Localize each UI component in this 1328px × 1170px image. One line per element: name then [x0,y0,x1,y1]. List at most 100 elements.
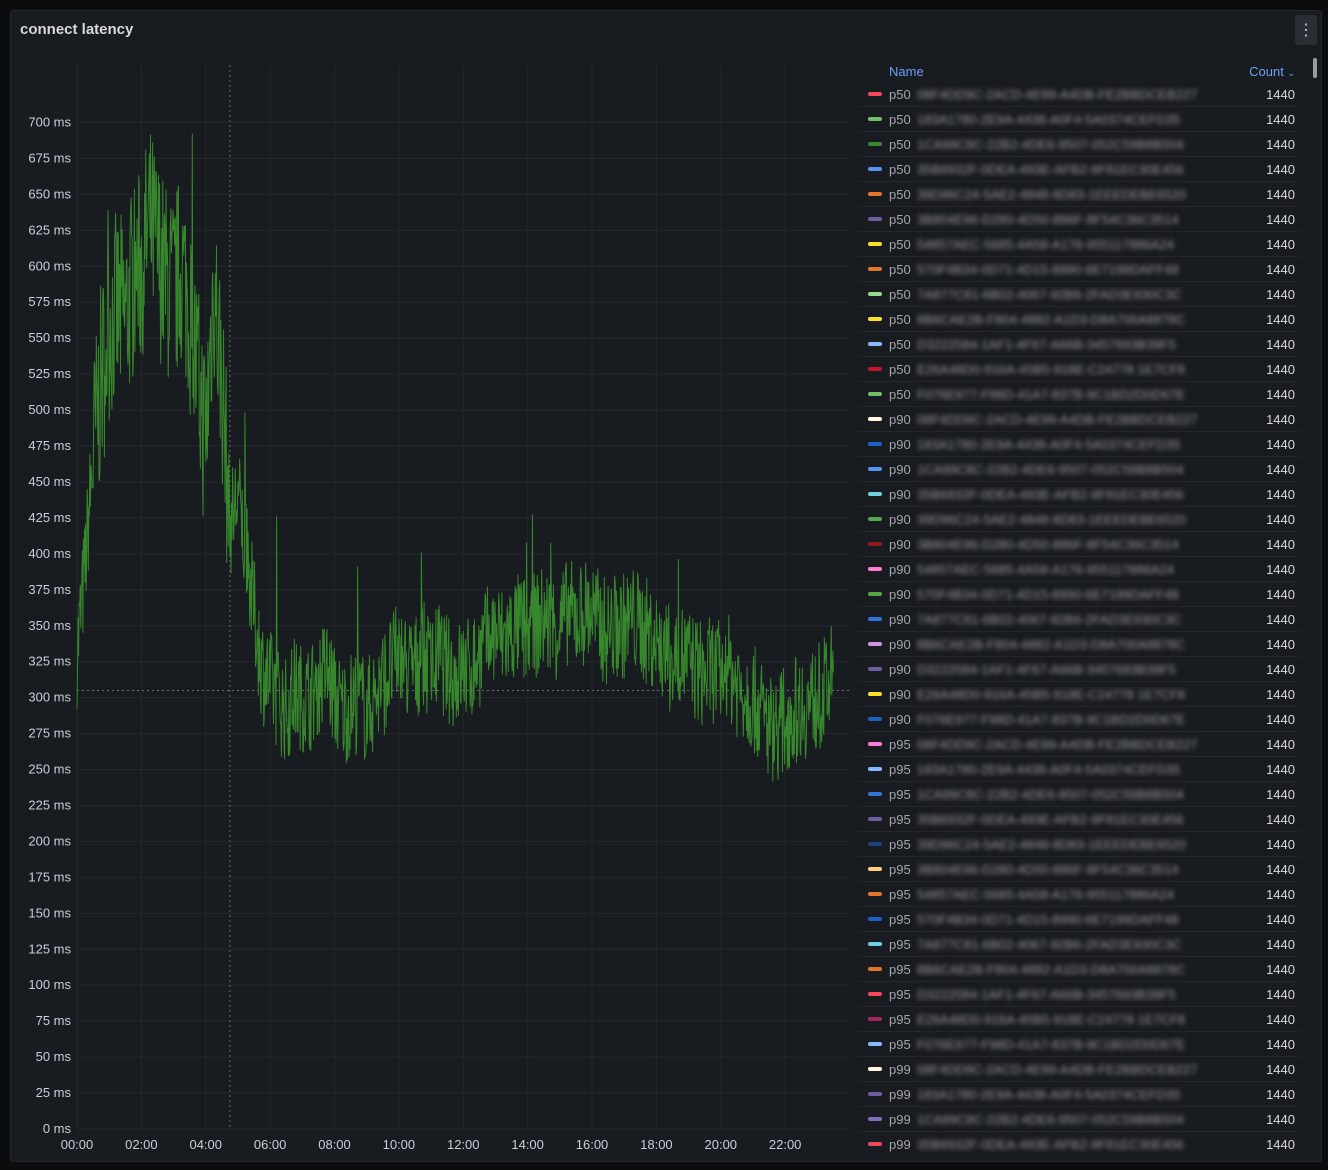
x-tick-label: 22:00 [769,1137,802,1152]
legend-row[interactable]: p99 183A1780-2E9A-4438-A0F4-5A0374CEFD35 1… [859,1082,1299,1107]
legend-row[interactable]: p99 35B6932F-0DEA-493E-AFB2-9F81EC30E456 1… [859,1132,1299,1155]
legend-row[interactable]: p95 3B804E96-D280-4D50-886F-8F54C36C3514 1… [859,857,1299,882]
legend-series-prefix: p90 [889,462,911,477]
legend-row[interactable]: p90 E26A48D0-916A-45B5-918E-C24778 1E7CF8… [859,682,1299,707]
series-color-swatch [868,167,882,171]
legend-row[interactable]: p50 3B804E96-D280-4D50-886F-8F54C36C3514 1… [859,207,1299,232]
series-color-swatch [868,1142,882,1146]
legend-series-count: 1440 [1266,337,1295,352]
legend-series-prefix: p50 [889,87,911,102]
legend-row[interactable]: p95 39D96C24-5AE2-4848-8D83-1EEEDEBE6520 1… [859,832,1299,857]
y-tick-label: 700 ms [28,115,71,130]
legend-row[interactable]: p50 E26A48D0-916A-45B5-918E-C24778 1E7CF8… [859,357,1299,382]
legend-series-count: 1440 [1266,1087,1295,1102]
legend-series-id: 35B6932F-0DEA-493E-AFB2-9F81EC30E456 [917,812,1184,827]
legend-series-count: 1440 [1266,1062,1295,1077]
series-color-swatch [868,892,882,896]
legend-row[interactable]: p95 54857AEC-5685-4A58-A176-955117886A24 1… [859,882,1299,907]
y-tick-label: 75 ms [36,1013,72,1028]
legend-series-prefix: p90 [889,637,911,652]
legend-series-count: 1440 [1266,362,1295,377]
legend-series-count: 1440 [1266,512,1295,527]
legend-row[interactable]: p90 54857AEC-5685-4A58-A176-955117886A24 1… [859,557,1299,582]
chart-area[interactable]: 0 ms 25 ms 50 ms 75 ms 100 ms 125 ms 150 ms 175… [11,11,856,1163]
legend-series-prefix: p99 [889,1112,911,1127]
legend-row[interactable]: p90 7A877C81-6B02-4067-92B6-2FAD3E930C3C 1… [859,607,1299,632]
legend-name-header[interactable]: Name [889,64,924,79]
legend-row[interactable]: p90 8B6CAE2B-F804-4882-A1D3-D8A700A8878C 1… [859,632,1299,657]
legend-row[interactable]: p90 3B804E96-D280-4D50-886F-8F54C36C3514 1… [859,532,1299,557]
legend-row[interactable]: p50 54857AEC-5685-4A58-A176-955117886A24 1… [859,232,1299,257]
series-color-swatch [868,967,882,971]
legend-series-id: 183A1780-2E9A-4438-A0F4-5A0374CEFD35 [917,112,1181,127]
legend-row[interactable]: p95 D3222584-1AF1-4F67-A66B-3457693B39F5 1… [859,982,1299,1007]
legend-table: Name Count ⌄ p50 08F4DD9C-2ACD-4E99-A4DB-… [859,58,1299,1155]
legend-series-prefix: p95 [889,912,911,927]
legend-row[interactable]: p90 1CA99C8C-22B2-4DE6-9507-052C59B8B504 1… [859,457,1299,482]
legend-row[interactable]: p95 570F4B34-0D71-4D15-8990-6E7199DAFF48 1… [859,907,1299,932]
legend-series-count: 1440 [1266,587,1295,602]
legend-row[interactable]: p90 08F4DD9C-2ACD-4E99-A4DB-FE2BBDCEB227 1… [859,407,1299,432]
legend-count-header[interactable]: Count ⌄ [1249,64,1295,79]
legend-row[interactable]: p50 183A1780-2E9A-4438-A0F4-5A0374CEFD35 1… [859,107,1299,132]
legend-series-count: 1440 [1266,1112,1295,1127]
legend-series-id: F076E977-F98D-41A7-837B-9C1BD2D0D67E [917,1037,1186,1052]
legend-series-id: F076E977-F98D-41A7-837B-9C1BD2D0D67E [917,387,1186,402]
legend-series-count: 1440 [1266,562,1295,577]
legend-row[interactable]: p50 8B6CAE2B-F804-4882-A1D3-D8A700A8878C 1… [859,307,1299,332]
legend-row[interactable]: p50 D3222584-1AF1-4F67-A66B-3457693B39F5 1… [859,332,1299,357]
y-tick-label: 100 ms [28,977,71,992]
legend-series-prefix: p99 [889,1137,911,1152]
legend-series-count: 1440 [1266,312,1295,327]
legend-row[interactable]: p95 1CA99C8C-22B2-4DE6-9507-052C59B8B504 1… [859,782,1299,807]
legend-series-prefix: p50 [889,112,911,127]
legend-series-prefix: p50 [889,362,911,377]
legend-row[interactable]: p95 F076E977-F98D-41A7-837B-9C1BD2D0D67E 1… [859,1032,1299,1057]
legend-series-prefix: p50 [889,262,911,277]
legend-series-id: 39D96C24-5AE2-4848-8D83-1EEEDEBE6520 [917,837,1186,852]
legend-row[interactable]: p50 F076E977-F98D-41A7-837B-9C1BD2D0D67E 1… [859,382,1299,407]
legend-series-count: 1440 [1266,237,1295,252]
legend-series-id: D3222584-1AF1-4F67-A66B-3457693B39F5 [917,987,1176,1002]
legend-row[interactable]: p95 183A1780-2E9A-4438-A0F4-5A0374CEFD35 1… [859,757,1299,782]
legend-row[interactable]: p90 D3222584-1AF1-4F67-A66B-3457693B39F5 1… [859,657,1299,682]
legend-row[interactable]: p95 7A877C81-6B02-4067-92B6-2FAD3E930C3C 1… [859,932,1299,957]
legend-row[interactable]: p50 1CA99C8C-22B2-4DE6-9507-052C59B8B504 1… [859,132,1299,157]
legend-row[interactable]: p90 570F4B34-0D71-4D15-8990-6E7199DAFF48 1… [859,582,1299,607]
legend-scrollbar[interactable] [1313,58,1317,78]
series-color-swatch [868,867,882,871]
y-tick-label: 475 ms [28,438,71,453]
legend-row[interactable]: p95 E26A48D0-916A-45B5-918E-C24778 1E7CF8… [859,1007,1299,1032]
legend-row[interactable]: p95 8B6CAE2B-F804-4882-A1D3-D8A700A8878C 1… [859,957,1299,982]
legend-row[interactable]: p99 1CA99C8C-22B2-4DE6-9507-052C59B8B504 1… [859,1107,1299,1132]
legend-row[interactable]: p95 35B6932F-0DEA-493E-AFB2-9F81EC30E456 1… [859,807,1299,832]
legend-series-count: 1440 [1266,787,1295,802]
legend-series-prefix: p90 [889,662,911,677]
legend-row[interactable]: p50 7A877C81-6B02-4067-92B6-2FAD3E930C3C 1… [859,282,1299,307]
legend-row[interactable]: p90 39D96C24-5AE2-4848-8D83-1EEEDEBE6520 1… [859,507,1299,532]
legend-row[interactable]: p90 183A1780-2E9A-4438-A0F4-5A0374CEFD35 1… [859,432,1299,457]
y-tick-label: 650 ms [28,186,71,201]
legend-row[interactable]: p99 08F4DD9C-2ACD-4E99-A4DB-FE2BBDCEB227 1… [859,1057,1299,1082]
legend-row[interactable]: p90 35B6932F-0DEA-493E-AFB2-9F81EC30E456 1… [859,482,1299,507]
legend-rows: p50 08F4DD9C-2ACD-4E99-A4DB-FE2BBDCEB227 1… [859,82,1299,1155]
y-tick-label: 325 ms [28,654,71,669]
legend-row[interactable]: p50 39D96C24-5AE2-4848-8D83-1EEEDEBE6520 1… [859,182,1299,207]
series-color-swatch [868,92,882,96]
legend-series-prefix: p50 [889,387,911,402]
legend-row[interactable]: p95 08F4DD9C-2ACD-4E99-A4DB-FE2BBDCEB227 1… [859,732,1299,757]
legend-row[interactable]: p50 570F4B34-0D71-4D15-8990-6E7199DAFF48 1… [859,257,1299,282]
kebab-menu-icon[interactable]: ⋮ [1295,15,1317,45]
legend-series-id: 1CA99C8C-22B2-4DE6-9507-052C59B8B504 [917,462,1184,477]
series-color-swatch [868,817,882,821]
series-color-swatch [868,192,882,196]
series-color-swatch [868,1017,882,1021]
y-tick-label: 500 ms [28,402,71,417]
x-tick-label: 00:00 [61,1137,94,1152]
y-tick-label: 300 ms [28,690,71,705]
legend-row[interactable]: p90 F076E977-F98D-41A7-837B-9C1BD2D0D67E 1… [859,707,1299,732]
series-color-swatch [868,642,882,646]
legend-row[interactable]: p50 35B6932F-0DEA-493E-AFB2-9F81EC30E456 1… [859,157,1299,182]
x-tick-label: 02:00 [125,1137,158,1152]
legend-row[interactable]: p50 08F4DD9C-2ACD-4E99-A4DB-FE2BBDCEB227 1… [859,82,1299,107]
